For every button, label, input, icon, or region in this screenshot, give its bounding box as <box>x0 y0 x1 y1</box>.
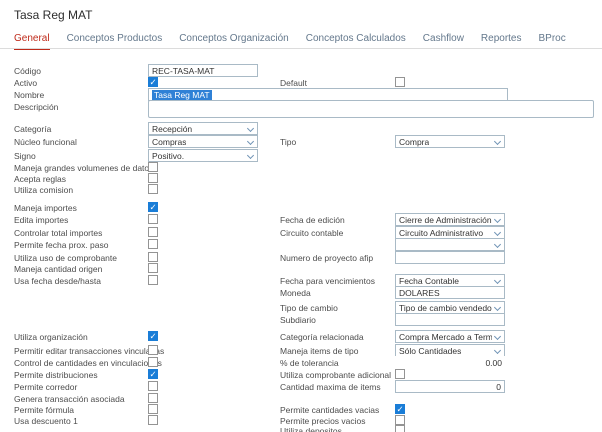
activo-label: Activo <box>14 78 37 88</box>
nucleo-funcional-select[interactable]: Compras <box>148 135 258 148</box>
utiliza-depositos-label: Utiliza depositos <box>280 426 342 432</box>
utiliza-organizacion-checkbox[interactable] <box>148 331 158 341</box>
chevron-down-icon <box>494 333 501 340</box>
chevron-down-icon <box>247 125 254 132</box>
nucleo-funcional-label: Núcleo funcional <box>14 137 77 147</box>
moneda-label: Moneda <box>280 288 311 298</box>
tipo-de-cambio-label: Tipo de cambio <box>280 303 338 313</box>
subdiario-label: Subdiario <box>280 315 316 325</box>
page-title: Tasa Reg MAT <box>14 8 92 22</box>
codigo-label: Código <box>14 66 41 76</box>
permite-corredor-checkbox[interactable] <box>148 381 158 391</box>
chevron-down-icon <box>494 138 501 145</box>
utiliza-comision-label: Utiliza comision <box>14 185 73 195</box>
default-label: Default <box>280 78 307 88</box>
genera-transaccion-asociada-checkbox[interactable] <box>148 393 158 403</box>
nombre-selected-text: Tasa Reg MAT <box>152 90 212 100</box>
utiliza-comprobante-adicional-label: Utiliza comprobante adicional <box>280 370 391 380</box>
chevron-down-icon <box>494 229 501 236</box>
fecha-de-edicion-select[interactable]: Cierre de Administración <box>395 213 505 226</box>
fecha-de-edicion-label: Fecha de edición <box>280 215 345 225</box>
maneja-importes-label: Maneja importes <box>14 203 77 213</box>
usa-fecha-desde-hasta-checkbox[interactable] <box>148 275 158 285</box>
chevron-down-icon <box>494 277 501 284</box>
fecha-para-vencimientos-label: Fecha para vencimientos <box>280 276 375 286</box>
permitir-editar-transacciones-label: Permitir editar transacciones vinculadas <box>14 346 164 356</box>
maneja-grandes-volumenes-checkbox[interactable] <box>148 162 158 172</box>
descripcion-label: Descripción <box>14 102 58 112</box>
controlar-total-importes-label: Controlar total importes <box>14 228 102 238</box>
permite-corredor-label: Permite corredor <box>14 382 77 392</box>
utiliza-uso-comprobante-checkbox[interactable] <box>148 252 158 262</box>
edita-importes-checkbox[interactable] <box>148 214 158 224</box>
edita-importes-label: Edita importes <box>14 215 68 225</box>
tipo-label: Tipo <box>280 137 296 147</box>
utiliza-depositos-checkbox[interactable] <box>395 425 405 432</box>
tab-divider <box>0 48 602 49</box>
moneda-input[interactable]: DOLARES <box>395 286 505 299</box>
chevron-down-icon <box>247 152 254 159</box>
utiliza-comision-checkbox[interactable] <box>148 184 158 194</box>
categoria-relacionada-select[interactable]: Compra Mercado a Termino <box>395 330 505 343</box>
controlar-total-importes-checkbox[interactable] <box>148 227 158 237</box>
activo-checkbox[interactable] <box>148 77 158 87</box>
tipo-select[interactable]: Compra <box>395 135 505 148</box>
maneja-items-de-tipo-label: Maneja items de tipo <box>280 346 358 356</box>
chevron-down-icon <box>494 241 501 248</box>
descripcion-textarea[interactable] <box>148 100 594 118</box>
permite-fecha-prox-label: Permite fecha prox. paso <box>14 240 109 250</box>
permitir-editar-transacciones-checkbox[interactable] <box>148 345 158 355</box>
chevron-down-icon <box>494 304 501 311</box>
chevron-down-icon <box>494 216 501 223</box>
control-cantidades-vinculaciones-label: Control de cantidades en vinculaciones <box>14 358 162 368</box>
permite-cantidades-vacias-checkbox[interactable] <box>395 404 405 414</box>
utiliza-organizacion-label: Utiliza organización <box>14 332 88 342</box>
chevron-down-icon <box>494 347 501 354</box>
signo-label: Signo <box>14 151 36 161</box>
cantidad-maxima-items-label: Cantidad maxima de items <box>280 382 381 392</box>
circuito-contable-secondary-select[interactable] <box>395 238 505 251</box>
circuito-contable-label: Circuito contable <box>280 228 343 238</box>
permite-distribuciones-checkbox[interactable] <box>148 369 158 379</box>
permite-fecha-prox-checkbox[interactable] <box>148 239 158 249</box>
acepta-reglas-checkbox[interactable] <box>148 173 158 183</box>
categoria-select[interactable]: Recepción <box>148 122 258 135</box>
permite-formula-checkbox[interactable] <box>148 404 158 414</box>
control-cantidades-vinculaciones-checkbox[interactable] <box>148 357 158 367</box>
default-checkbox[interactable] <box>395 77 405 87</box>
subdiario-input[interactable] <box>395 313 505 326</box>
maneja-cantidad-origen-label: Maneja cantidad origen <box>14 264 102 274</box>
permite-distribuciones-label: Permite distribuciones <box>14 370 98 380</box>
utiliza-comprobante-adicional-checkbox[interactable] <box>395 369 405 379</box>
porcentaje-tolerancia-label: % de tolerancia <box>280 358 339 368</box>
categoria-relacionada-label: Categoría relacionada <box>280 332 364 342</box>
nombre-label: Nombre <box>14 90 44 100</box>
maneja-cantidad-origen-checkbox[interactable] <box>148 263 158 273</box>
usa-fecha-desde-hasta-label: Usa fecha desde/hasta <box>14 276 101 286</box>
categoria-label: Categoría <box>14 124 51 134</box>
chevron-down-icon <box>247 138 254 145</box>
maneja-importes-checkbox[interactable] <box>148 202 158 212</box>
